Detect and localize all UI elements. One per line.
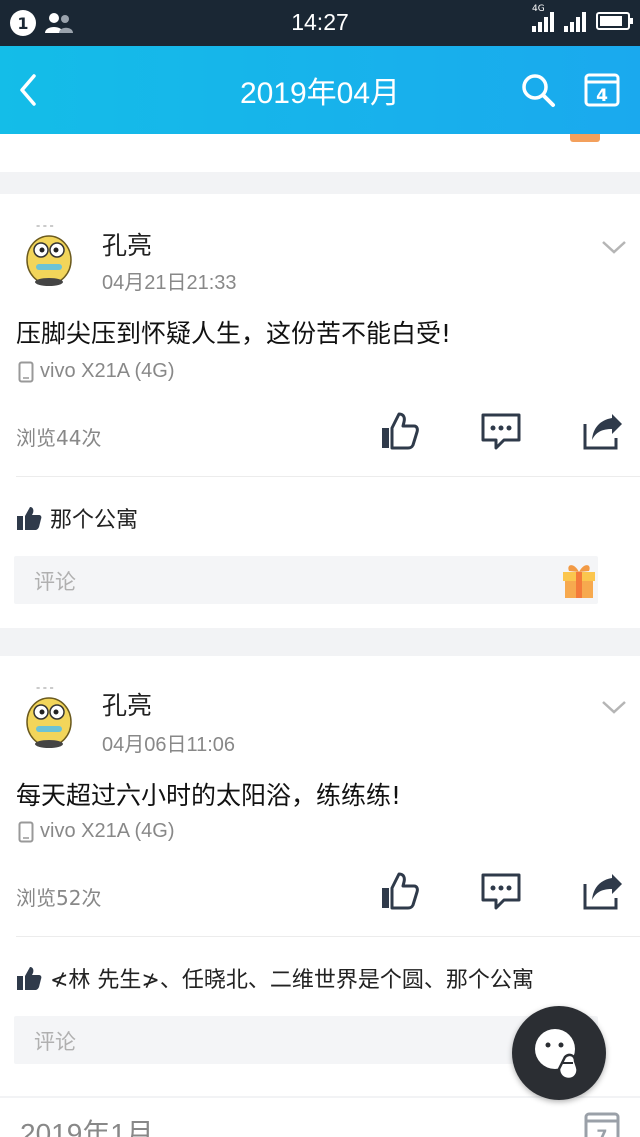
device-info: vivo X21A (4G) bbox=[18, 820, 175, 843]
comment-field[interactable]: 评论 bbox=[14, 556, 598, 604]
calendar-icon[interactable]: 4 bbox=[584, 71, 620, 107]
post-card: ⁼ ⁼ ⁼ 孔亮 04月21日21:33 压脚尖压到怀疑人生，这份苦不能白受! … bbox=[0, 194, 640, 628]
view-count: 浏览52次 bbox=[16, 886, 102, 910]
app-header: 2019年04月 4 bbox=[0, 46, 640, 134]
calendar-day: 4 bbox=[596, 86, 608, 106]
comment-icon[interactable] bbox=[480, 410, 522, 452]
view-count: 浏览44次 bbox=[16, 426, 102, 450]
smiley-finger-icon bbox=[535, 1029, 579, 1081]
network-label: 4G bbox=[532, 4, 545, 14]
thumbs-up-icon bbox=[17, 507, 42, 530]
liked-by[interactable]: 那个公寓 bbox=[50, 502, 138, 534]
share-icon[interactable] bbox=[582, 410, 624, 452]
comment-icon[interactable] bbox=[480, 870, 522, 912]
gift-icon[interactable] bbox=[560, 560, 598, 600]
post-datetime: 04月06日11:06 bbox=[102, 734, 236, 756]
device-name: vivo X21A (4G) bbox=[40, 360, 175, 382]
phone-icon bbox=[18, 821, 34, 842]
search-icon[interactable] bbox=[518, 70, 558, 110]
likes-row: ≮林 先生≯、任晓北、二维世界是个圆、那个公寓 bbox=[16, 962, 534, 994]
previous-post-remnant bbox=[0, 134, 640, 172]
gift-icon bbox=[570, 134, 600, 142]
floating-assistant-button[interactable] bbox=[512, 1006, 606, 1100]
section-month: 2019年1月 bbox=[20, 1118, 154, 1137]
svg-text:⁼ ⁼ ⁼: ⁼ ⁼ ⁼ bbox=[36, 685, 54, 694]
calendar-icon[interactable]: 7 bbox=[584, 1110, 620, 1137]
svg-text:⁼ ⁼ ⁼: ⁼ ⁼ ⁼ bbox=[36, 223, 54, 232]
post-content: 压脚尖压到怀疑人生，这份苦不能白受! bbox=[16, 319, 452, 348]
author-name[interactable]: 孔亮 bbox=[102, 226, 152, 262]
comment-field[interactable]: 评论 bbox=[14, 1016, 598, 1064]
divider bbox=[16, 936, 640, 937]
signal-icon bbox=[564, 10, 586, 32]
signal-4g-icon: 4G bbox=[532, 4, 554, 32]
post-content: 每天超过六小时的太阳浴，练练练! bbox=[16, 781, 402, 810]
avatar[interactable]: ⁼ ⁼ ⁼ bbox=[22, 682, 76, 748]
author-name[interactable]: 孔亮 bbox=[102, 686, 152, 722]
month-section-header: 2019年1月 7 bbox=[0, 1098, 640, 1137]
divider bbox=[16, 476, 640, 477]
device-name: vivo X21A (4G) bbox=[40, 820, 175, 842]
comment-placeholder: 评论 bbox=[34, 570, 76, 594]
like-icon[interactable] bbox=[378, 410, 420, 452]
avatar[interactable]: ⁼ ⁼ ⁼ bbox=[22, 220, 76, 286]
calendar-day: 7 bbox=[596, 1126, 607, 1137]
phone-icon bbox=[18, 361, 34, 382]
post-datetime: 04月21日21:33 bbox=[102, 272, 237, 294]
thumbs-up-icon bbox=[17, 967, 42, 990]
chevron-down-icon[interactable] bbox=[600, 238, 628, 256]
chevron-down-icon[interactable] bbox=[600, 698, 628, 716]
device-info: vivo X21A (4G) bbox=[18, 360, 175, 383]
like-icon[interactable] bbox=[378, 870, 420, 912]
status-bar: 1 14:27 4G bbox=[0, 0, 640, 46]
battery-icon bbox=[596, 12, 633, 30]
comment-placeholder: 评论 bbox=[34, 1030, 76, 1054]
likes-row: 那个公寓 bbox=[16, 502, 138, 534]
liked-by[interactable]: ≮林 先生≯、任晓北、二维世界是个圆、那个公寓 bbox=[50, 962, 534, 994]
share-icon[interactable] bbox=[582, 870, 624, 912]
